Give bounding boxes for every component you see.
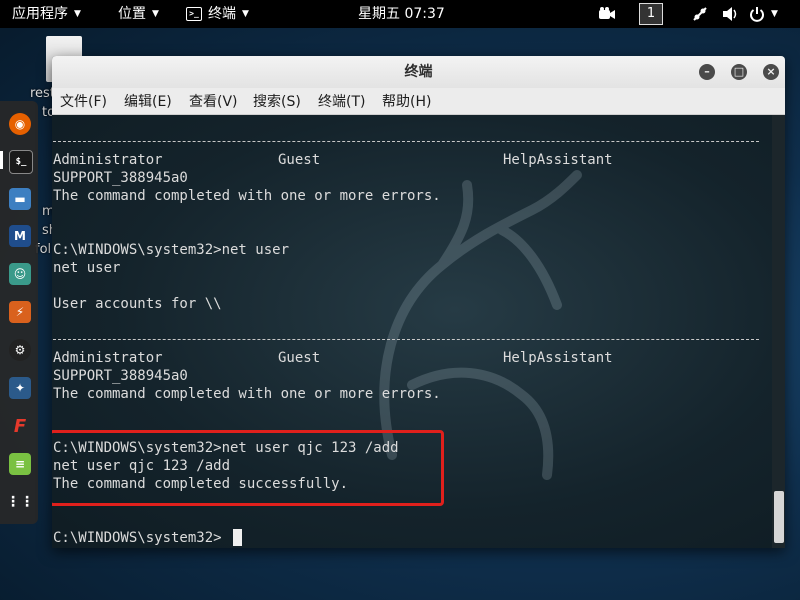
menu-terminal[interactable]: 终端(T) [318,88,365,114]
scrollbar-thumb[interactable] [774,491,784,543]
window-title: 终端 [404,64,433,80]
chevron-down-icon: ▼ [242,9,249,19]
places-menu[interactable]: 位置 ▼ [118,0,159,28]
terminal-window: 终端 – □ × 文件(F) 编辑(E) 查看(V) 搜索(S) 终端(T) 帮… [52,56,785,548]
applications-menu[interactable]: 应用程序 ▼ [12,0,81,28]
network-icon[interactable] [692,0,708,28]
separator-line [53,141,759,142]
echo-line: net user [53,260,121,276]
chevron-down-icon: ▼ [152,9,159,19]
command-line: C:\WINDOWS\system32>net user [53,242,290,258]
menu-view[interactable]: 查看(V) [189,88,238,114]
clock[interactable]: 星期五 07:37 [358,0,445,28]
dock: ◉ $_ ▬ M ☺ ⚡ ⚙ ✦ F ≡ ⋮⋮ [0,101,38,524]
account-name: SUPPORT_388945a0 [53,368,188,384]
account-name: Administrator [53,152,163,168]
status-line: The command completed with one or more e… [53,188,441,204]
maximize-icon[interactable]: □ [731,64,747,80]
video-icon[interactable] [598,0,616,28]
account-row: Administrator Guest HelpAssistant [53,151,753,169]
account-name: SUPPORT_388945a0 [53,170,188,186]
menu-help[interactable]: 帮助(H) [382,88,431,114]
scrollbar-track[interactable] [772,115,785,548]
menu-search[interactable]: 搜索(S) [253,88,301,114]
firefox-icon[interactable]: ◉ [9,113,31,135]
account-name: HelpAssistant [503,350,613,366]
faraday-icon[interactable]: F [9,415,31,437]
chevron-down-icon: ▼ [771,9,778,19]
menu-file[interactable]: 文件(F) [60,88,107,114]
status-line: The command completed with one or more e… [53,386,441,402]
account-name: HelpAssistant [503,152,613,168]
armitage-icon[interactable]: ☺ [9,263,31,285]
workspace-indicator[interactable]: 1 [639,3,663,25]
account-name: Guest [278,152,321,168]
show-apps-icon[interactable]: ⋮⋮ [6,491,34,513]
account-name: Administrator [53,350,163,366]
menu-bar: 文件(F) 编辑(E) 查看(V) 搜索(S) 终端(T) 帮助(H) [52,88,785,115]
active-indicator [0,151,3,169]
files-icon[interactable]: ▬ [9,188,31,210]
current-prompt: C:\WINDOWS\system32> [53,530,222,546]
separator-line [53,339,759,340]
terminal-icon: >_ [186,7,202,21]
chevron-down-icon: ▼ [74,9,81,19]
highlight-box [52,430,444,506]
account-name: Guest [278,350,321,366]
sound-icon[interactable] [722,0,740,28]
burpsuite-icon[interactable]: ⚡ [9,301,31,323]
title-bar[interactable]: 终端 – □ × [52,56,785,88]
text-cursor [233,529,242,546]
beef-icon[interactable]: ✦ [9,377,31,399]
terminal-app-menu[interactable]: >_ 终端 ▼ [186,0,249,28]
maltego-icon[interactable]: ⚙ [9,339,31,361]
minimize-icon[interactable]: – [699,64,715,80]
menu-edit[interactable]: 编辑(E) [124,88,172,114]
top-panel: 应用程序 ▼ 位置 ▼ >_ 终端 ▼ 星期五 07:37 1 ▼ [0,0,800,28]
terminal-output[interactable]: Administrator Guest HelpAssistant SUPPOR… [52,115,785,548]
power-icon[interactable]: ▼ [749,0,778,28]
output-line: User accounts for \\ [53,296,222,312]
metasploit-icon[interactable]: M [9,225,31,247]
terminal-app-label: 终端 [208,6,236,22]
leafpad-icon[interactable]: ≡ [9,453,31,475]
terminal-icon[interactable]: $_ [9,150,33,174]
close-icon[interactable]: × [763,64,779,80]
places-label: 位置 [118,6,146,22]
applications-label: 应用程序 [12,6,68,22]
account-row: Administrator Guest HelpAssistant [53,349,753,367]
